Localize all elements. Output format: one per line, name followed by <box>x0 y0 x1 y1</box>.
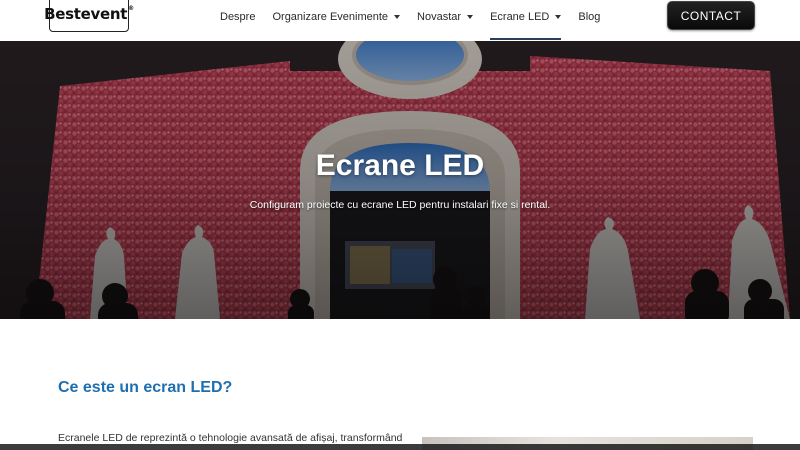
nav-item-label: Despre <box>220 11 256 23</box>
nav-item-ecrane-led[interactable]: Ecrane LED <box>490 0 562 40</box>
chevron-down-icon <box>555 15 562 19</box>
main-nav: Despre Organizare Evenimente Novastar Ec… <box>220 0 617 40</box>
bottom-edge-bar <box>0 444 800 450</box>
nav-item-novastar[interactable]: Novastar <box>417 0 474 34</box>
nav-item-organizare-evenimente[interactable]: Organizare Evenimente <box>272 0 401 34</box>
nav-item-label: Blog <box>578 11 601 23</box>
page-title: Ecrane LED <box>315 149 485 182</box>
nav-item-despre[interactable]: Despre <box>220 0 255 34</box>
section-paragraph: Ecranele LED de reprezintă o tehnologie … <box>58 432 403 444</box>
nav-item-blog[interactable]: Blog <box>578 0 600 34</box>
site-header: Bestevent® Despre Organizare Evenimente … <box>0 0 800 41</box>
chevron-down-icon <box>394 15 401 19</box>
nav-item-label: Novastar <box>417 11 462 23</box>
section-heading: Ce este un ecran LED? <box>58 379 233 396</box>
contact-button[interactable]: CONTACT <box>667 1 755 30</box>
hero-banner: Ecrane LED Configuram proiecte cu ecrane… <box>0 41 800 319</box>
site-logo[interactable]: Bestevent® <box>44 0 134 32</box>
chevron-down-icon <box>467 15 474 19</box>
logo-text: Bestevent® <box>44 5 134 23</box>
nav-item-label: Organizare Evenimente <box>272 11 389 23</box>
nav-item-label: Ecrane LED <box>490 11 550 23</box>
hero-subtitle: Configuram proiecte cu ecrane LED pentru… <box>249 199 551 211</box>
